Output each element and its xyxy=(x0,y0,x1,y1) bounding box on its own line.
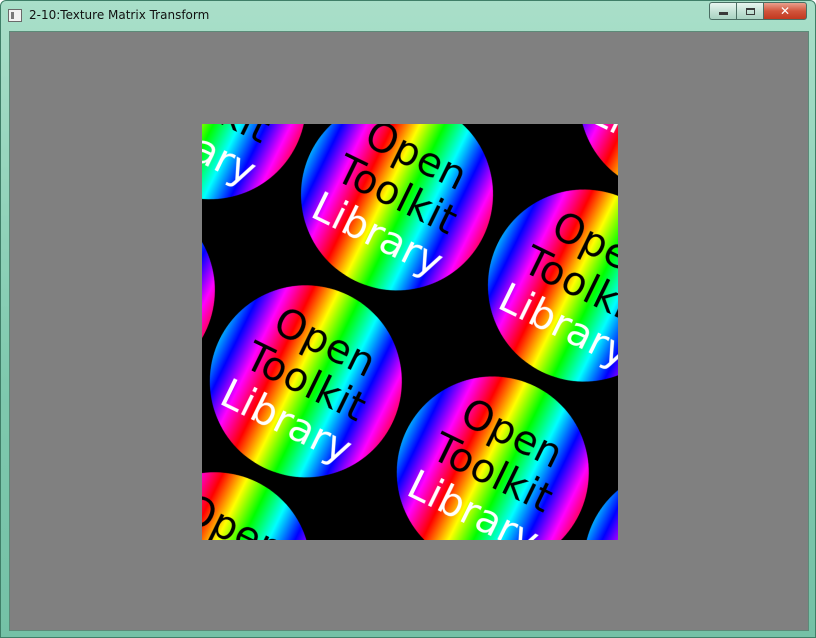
close-button[interactable]: ✕ xyxy=(763,2,807,20)
close-icon: ✕ xyxy=(779,4,791,18)
window-title: 2-10:Texture Matrix Transform xyxy=(29,8,210,22)
minimize-icon xyxy=(718,12,728,15)
maximize-icon xyxy=(745,7,755,15)
texture-render: Open Toolkit Library xyxy=(202,124,618,540)
application-window: 2-10:Texture Matrix Transform ✕ xyxy=(0,0,816,638)
minimize-button[interactable] xyxy=(709,2,736,20)
textured-quad: Open Toolkit Library xyxy=(202,124,618,540)
maximize-button[interactable] xyxy=(736,2,763,20)
caption-buttons: ✕ xyxy=(709,2,807,20)
opengl-render-area[interactable]: Open Toolkit Library xyxy=(9,31,809,631)
app-window-icon[interactable] xyxy=(8,9,22,22)
title-bar[interactable]: 2-10:Texture Matrix Transform ✕ xyxy=(1,1,815,31)
